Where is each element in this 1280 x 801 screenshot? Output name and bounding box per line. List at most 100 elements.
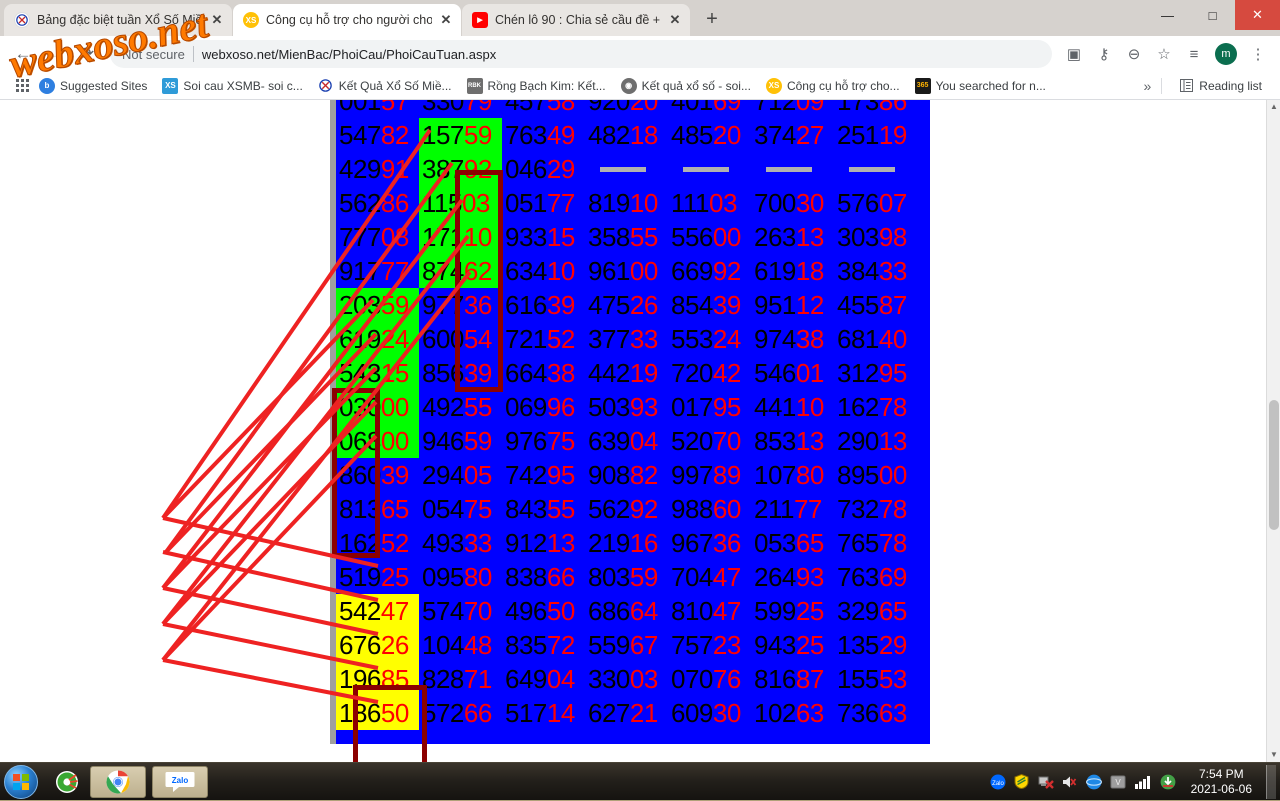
browser-tab-3[interactable]: ▶ Chén lô 90 : Chia sẻ cầu đề + tổn ✕ [462,4,690,36]
grid-cell: 330 79 [419,100,502,118]
browser-tab-1[interactable]: Bảng đặc biệt tuần Xổ Số Miền ✕ [4,4,232,36]
grid-row: 777 08 171 10 933 15 358 55 556 00 263 13 303 98 [336,220,930,254]
bookmark-star-icon[interactable]: ☆ [1150,40,1178,68]
media-list-icon[interactable]: ≡ [1180,40,1208,68]
cell-head-digits: 895 [837,460,879,490]
grid-cell: 485 20 [668,118,751,152]
address-bar[interactable]: Not secure webxoso.net/MienBac/PhoiCau/P… [110,40,1052,68]
grid-cell: 358 55 [585,220,668,254]
tab-close-icon[interactable]: ✕ [210,12,224,28]
bookmarks-bar: b Suggested Sites XS Soi cau XSMB- soi c… [0,72,1280,100]
new-tab-button[interactable]: + [697,4,727,34]
scroll-up-arrow[interactable]: ▲ [1267,100,1280,114]
cell-head-digits: 442 [588,358,630,388]
grid-row: 519 25 095 80 838 66 803 59 704 47 264 93 763 69 [336,560,930,594]
forward-button[interactable]: → [40,39,70,69]
grid-cell: 070 76 [668,662,751,696]
volume-muted-icon[interactable] [1061,773,1079,791]
grid-row: 001 57 330 79 457 58 920 20 401 69 712 09 173 86 [336,100,930,118]
bookmarks-overflow-button[interactable]: » [1144,78,1152,94]
bookmark-label: Kết Quả Xổ Số Miề... [338,78,452,93]
cell-tail-digits: 12 [795,290,824,320]
cell-head-digits: 704 [671,562,713,592]
key-icon[interactable]: ⚷ [1090,40,1118,68]
bookmark-item-you-searched-for[interactable]: 365 You searched for n... [909,76,1052,96]
cell-head-digits: 115 [422,188,462,218]
close-window-button[interactable]: ✕ [1235,0,1280,30]
bookmark-item-ket-qua-xo-so-soi[interactable]: ◉ Kết quả xổ số - soi... [615,76,757,96]
scrollbar-thumb[interactable] [1269,400,1279,530]
grid-cell: 543 15 [336,356,419,390]
bookmark-item-soi-cau-xsmb[interactable]: XS Soi cau XSMB- soi c... [156,76,308,96]
browser-tab-2[interactable]: XS Công cụ hỗ trợ cho người chơi x ✕ [233,4,461,36]
cell-head-digits: 553 [671,324,713,354]
browser-tray-icon[interactable] [1085,773,1103,791]
bookmarks-right-group: » Reading list [1144,76,1273,96]
grid-cell: 107 80 [751,458,834,492]
grid-cell: 974 38 [751,322,834,356]
block-popup-icon[interactable]: ▣ [1060,40,1088,68]
zalo-tray-icon[interactable]: Zalo [989,773,1007,791]
cell-head-digits: 600 [422,324,464,354]
tab-close-icon[interactable]: ✕ [439,12,453,28]
cell-head-digits: 838 [505,562,547,592]
zalo-task[interactable]: Zalo [152,765,208,798]
signal-bars-icon[interactable] [1133,773,1153,791]
cell-tail-digits: 25 [795,596,824,626]
minimize-button[interactable]: — [1145,0,1190,30]
grid-cell: 835 72 [502,628,585,662]
cell-head-digits: 742 [505,460,547,490]
bookmark-icon-label: b [44,81,50,90]
bookmark-apps-icon[interactable] [8,76,30,96]
cell-tail-digits: 55 [463,392,492,422]
bookmark-item-cong-cu-ho-tro[interactable]: XS Công cụ hỗ trợ cho... [760,76,906,96]
page-scrollbar[interactable]: ▲ ▼ [1266,100,1280,762]
cell-tail-digits: 00 [712,222,741,252]
chrome-menu-icon[interactable]: ⋮ [1244,40,1272,68]
bookmark-item-rong-bach-kim[interactable]: RBK Rồng Bạch Kim: Kết... [461,76,612,96]
unikey-icon[interactable]: V [1109,773,1127,791]
cell-head-digits: 816 [754,664,796,694]
shield-tray-icon[interactable] [1013,773,1031,791]
zoom-out-icon[interactable]: ⊖ [1120,40,1148,68]
grid-row: 429 91 387 92 046 29 [336,152,930,186]
tab-close-icon[interactable]: ✕ [668,12,682,28]
media-player-icon[interactable] [50,765,84,799]
bookmark-item-suggested-sites[interactable]: b Suggested Sites [33,76,153,96]
grid-cell: 429 91 [336,152,419,186]
cell-head-digits: 173 [837,100,879,116]
grid-cell: 619 24 [336,322,419,356]
grid-cell: 503 93 [585,390,668,424]
cell-tail-digits: 86 [878,100,907,116]
grid-cell: 069 96 [502,390,585,424]
cell-head-digits: 819 [588,188,630,218]
taskbar-clock[interactable]: 7:54 PM 2021-06-06 [1183,767,1260,797]
grid-row: 547 82 157 59 763 49 482 18 485 20 374 27 251 19 [336,118,930,152]
start-button[interactable] [4,764,38,799]
cell-tail-digits: 00 [380,426,409,456]
scroll-down-arrow[interactable]: ▼ [1267,748,1280,762]
cell-tail-digits: 82 [380,120,409,150]
grid-cell: 562 92 [585,492,668,526]
back-button[interactable]: ← [8,39,38,69]
cell-head-digits: 961 [588,256,630,286]
cell-head-digits: 976 [505,426,547,456]
grid-cell: 856 39 [419,356,502,390]
avatar[interactable]: m [1215,43,1237,65]
cell-head-digits: 358 [588,222,630,252]
cell-head-digits: 559 [588,630,630,660]
cell-head-digits: 619 [754,256,796,286]
grid-cell: 664 38 [502,356,585,390]
chrome-task[interactable] [90,765,146,798]
cell-tail-digits: 47 [380,596,409,626]
reading-list-button[interactable]: Reading list [1172,76,1268,96]
cell-head-digits: 520 [671,426,713,456]
idm-icon[interactable] [1159,773,1177,791]
show-desktop-button[interactable] [1266,764,1276,799]
maximize-button[interactable]: □ [1190,0,1235,30]
reload-button[interactable]: ⟳ [72,39,102,69]
network-error-icon[interactable] [1037,773,1055,791]
bookmark-item-ket-qua-xo-so-mien[interactable]: Kết Quả Xổ Số Miề... [312,76,458,96]
suggested-sites-icon: b [39,77,55,94]
grid-cell: 634 10 [502,254,585,288]
